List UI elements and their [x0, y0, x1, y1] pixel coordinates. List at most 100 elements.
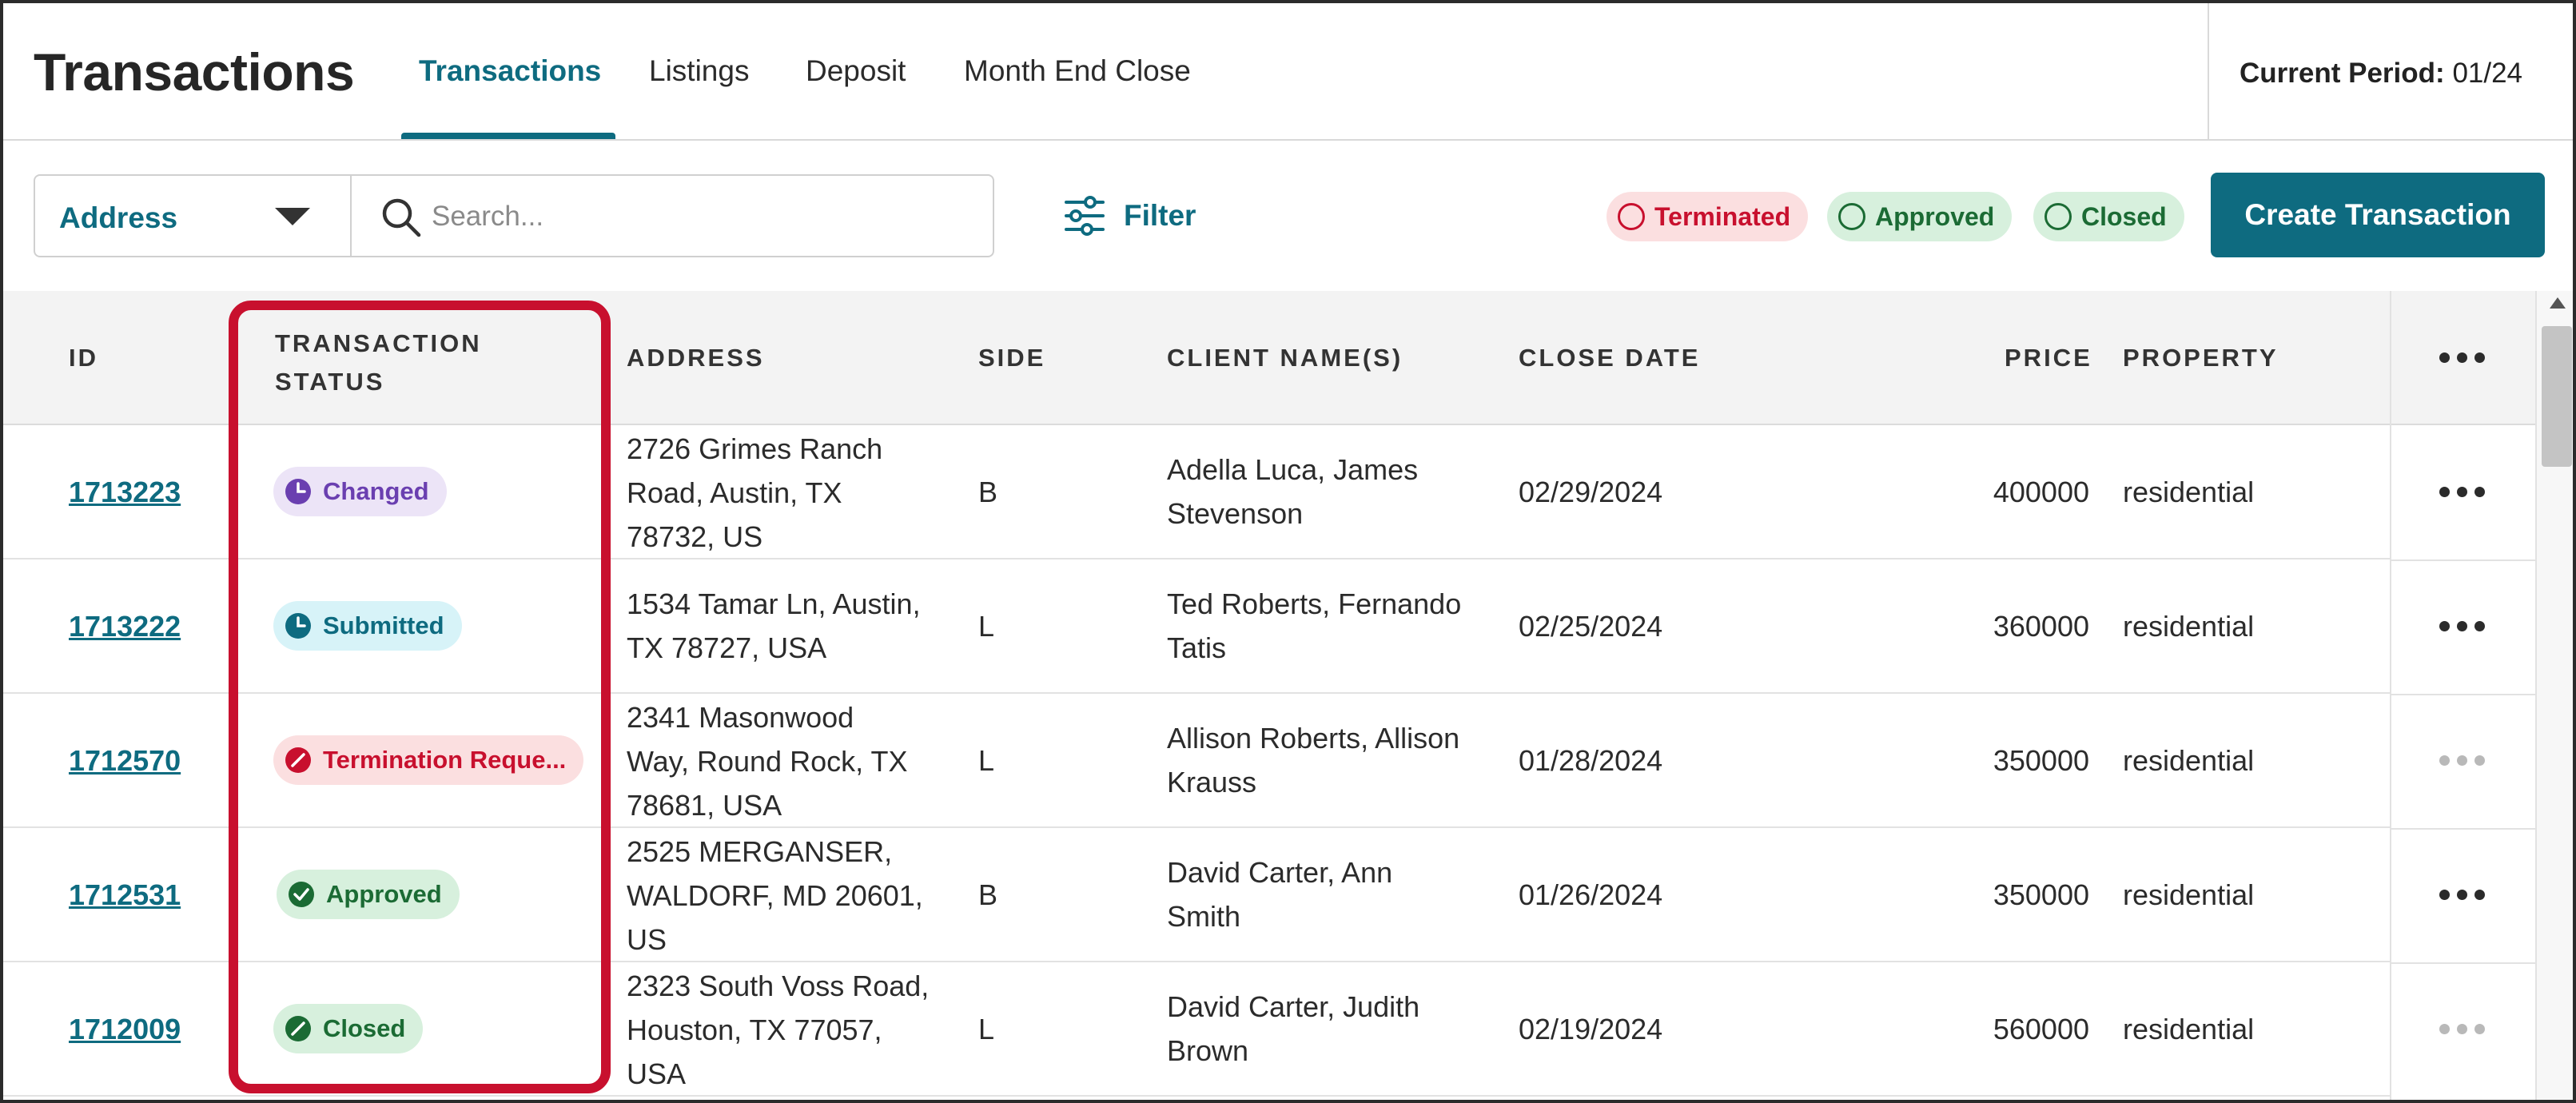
transactions-table: ID TRANSACTION STATUS ADDRESS SIDE CLIEN… — [3, 291, 2390, 1100]
table-row[interactable]: 1712009 Closed 2323 South Voss Road, Hou… — [3, 962, 2390, 1097]
clients-cell: David Carter, Judith Brown — [1167, 985, 1419, 1073]
tab-listings[interactable]: Listings — [649, 54, 749, 139]
sliders-icon — [1065, 196, 1105, 236]
filter-button[interactable]: Filter — [1063, 190, 1196, 241]
client-line: Krauss — [1167, 766, 1257, 798]
app-window: Transactions Transactions Listings Depos… — [0, 0, 2576, 1103]
row-more-icon[interactable] — [2439, 890, 2485, 900]
row-divider — [2391, 694, 2535, 695]
client-line: Brown — [1167, 1034, 1249, 1067]
column-header-side[interactable]: SIDE — [978, 344, 1045, 372]
client-line: Ted Roberts, Fernando — [1167, 587, 1462, 620]
filter-label: Filter — [1124, 199, 1196, 232]
transaction-id-link[interactable]: 1713222 — [69, 604, 181, 648]
chip-closed-label: Closed — [2081, 201, 2167, 231]
address-line: 2323 South Voss Road, — [627, 970, 930, 1002]
table-row[interactable]: 1712531 Approved 2525 MERGANSER, WALDORF… — [3, 828, 2390, 962]
page-title: Transactions — [34, 42, 355, 102]
status-label: Closed — [323, 1014, 406, 1042]
address-line: WALDORF, MD 20601, — [627, 879, 923, 912]
close-date-cell: 02/25/2024 — [1519, 610, 1663, 643]
clients-cell: Allison Roberts, Allison Krauss — [1167, 716, 1459, 804]
scroll-up-arrow-icon[interactable] — [2550, 297, 2566, 309]
status-badge: Submitted — [273, 601, 462, 651]
row-more-icon[interactable] — [2439, 1024, 2485, 1034]
scroll-thumb[interactable] — [2542, 326, 2572, 467]
close-date-cell: 01/28/2024 — [1519, 744, 1663, 777]
column-header-status-line2: STATUS — [275, 368, 385, 396]
chip-terminated[interactable]: Terminated — [1607, 192, 1809, 241]
tab-transactions[interactable]: Transactions — [419, 54, 601, 139]
address-line: Houston, TX 77057, — [627, 1013, 882, 1046]
column-header-status[interactable]: TRANSACTION STATUS — [275, 325, 482, 401]
client-line: Tatis — [1167, 631, 1227, 664]
search-input[interactable] — [432, 193, 983, 240]
current-period-value: 01/24 — [2452, 58, 2523, 89]
create-transaction-button[interactable]: Create Transaction — [2211, 173, 2545, 257]
column-header-close-date[interactable]: CLOSE DATE — [1519, 344, 1701, 372]
status-label: Termination Reque... — [323, 746, 567, 774]
close-date-cell: 02/29/2024 — [1519, 476, 1663, 508]
column-header-price[interactable]: PRICE — [2005, 344, 2092, 372]
search-field-select[interactable]: Address — [35, 176, 352, 256]
client-line: Adella Luca, James — [1167, 453, 1419, 486]
more-icon[interactable] — [2439, 352, 2485, 363]
address-line: Road, Austin, TX — [627, 476, 842, 509]
column-header-address[interactable]: ADDRESS — [627, 344, 765, 372]
top-header: Transactions Transactions Listings Depos… — [3, 3, 2573, 141]
current-period: Current Period: 01/24 — [2240, 58, 2522, 90]
clients-cell: Adella Luca, James Stevenson — [1167, 448, 1418, 536]
status-label: Submitted — [323, 611, 444, 639]
search-box: Address — [34, 174, 994, 257]
price-cell: 400000 — [1993, 476, 2089, 508]
property-cell: residential — [2123, 1013, 2255, 1045]
transaction-id-link[interactable]: 1713223 — [69, 470, 181, 514]
row-more-icon[interactable] — [2439, 755, 2485, 766]
tab-month-end-close[interactable]: Month End Close — [964, 54, 1191, 139]
chip-closed[interactable]: Closed — [2033, 192, 2184, 241]
chip-approved[interactable]: Approved — [1827, 192, 2013, 241]
status-badge: Closed — [273, 1004, 424, 1053]
column-header-id[interactable]: ID — [69, 344, 98, 372]
current-period-label: Current Period: — [2240, 58, 2445, 89]
address-line: 78681, USA — [627, 789, 782, 822]
toolbar: Address Filter — [3, 141, 2573, 291]
address-cell: 2525 MERGANSER, WALDORF, MD 20601, US — [627, 830, 923, 962]
price-cell: 350000 — [1993, 878, 2089, 911]
address-cell: 1534 Tamar Ln, Austin, TX 78727, USA — [627, 582, 921, 670]
close-date-cell: 02/19/2024 — [1519, 1013, 1663, 1045]
address-line: USA — [627, 1057, 687, 1090]
property-cell: residential — [2123, 476, 2255, 508]
address-line: 1534 Tamar Ln, Austin, — [627, 587, 921, 620]
side-cell: B — [978, 878, 998, 911]
circle-icon — [1838, 203, 1865, 230]
table-row[interactable]: 1713223 Changed 2726 Grimes Ranch Road, … — [3, 425, 2390, 559]
address-line: 2525 MERGANSER, — [627, 835, 893, 868]
address-line: 2726 Grimes Ranch — [627, 432, 883, 465]
side-cell: L — [978, 1013, 995, 1045]
address-line: US — [627, 923, 667, 956]
column-header-property[interactable]: PROPERTY — [2123, 344, 2279, 372]
row-more-icon[interactable] — [2439, 487, 2485, 497]
address-cell: 2341 Masonwood Way, Round Rock, TX 78681… — [627, 695, 907, 827]
table-row[interactable]: 1713222 Submitted 1534 Tamar Ln, Austin,… — [3, 559, 2390, 694]
status-badge: Termination Reque... — [273, 735, 584, 785]
price-cell: 350000 — [1993, 744, 2089, 777]
status-label: Changed — [323, 477, 429, 505]
clients-cell: Ted Roberts, Fernando Tatis — [1167, 582, 1461, 670]
vertical-scrollbar[interactable] — [2535, 291, 2573, 1100]
table-row[interactable]: 1712570 Termination Reque... 2341 Masonw… — [3, 694, 2390, 828]
header-divider — [2208, 3, 2209, 141]
slash-circle-icon — [285, 747, 311, 773]
property-cell: residential — [2123, 878, 2255, 911]
row-more-icon[interactable] — [2439, 621, 2485, 631]
column-header-clients[interactable]: CLIENT NAME(S) — [1167, 344, 1403, 372]
tab-deposit[interactable]: Deposit — [806, 54, 906, 139]
transaction-id-link[interactable]: 1712570 — [69, 739, 181, 782]
transaction-id-link[interactable]: 1712531 — [69, 873, 181, 917]
chip-terminated-label: Terminated — [1654, 201, 1791, 231]
transaction-id-link[interactable]: 1712009 — [69, 1007, 181, 1051]
circle-icon — [1618, 203, 1645, 230]
column-header-status-line1: TRANSACTION — [275, 329, 482, 357]
table-header: ID TRANSACTION STATUS ADDRESS SIDE CLIEN… — [3, 291, 2390, 425]
